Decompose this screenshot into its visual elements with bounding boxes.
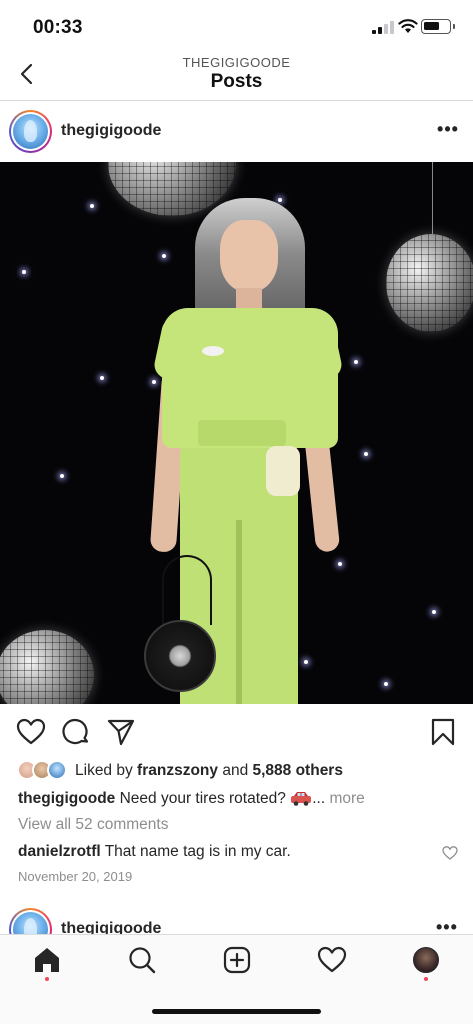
- post-header: thegigigoode •••: [0, 102, 473, 162]
- comment: danielzrotfl That name tag is in my car.: [18, 843, 291, 861]
- search-icon[interactable]: [127, 945, 157, 975]
- post-image[interactable]: [0, 162, 473, 704]
- likes-prefix: Liked by: [75, 762, 138, 779]
- paper-plane-icon[interactable]: [106, 717, 136, 747]
- cellular-signal-icon: [372, 21, 394, 34]
- likes-text: Liked by franzszony and 5,888 others: [75, 762, 343, 780]
- car-emoji-icon: [291, 792, 312, 806]
- caption-text: Need your tires rotated?: [115, 790, 291, 807]
- view-all-comments-link[interactable]: View all 52 comments: [18, 816, 168, 834]
- next-post-username[interactable]: thegigigoode: [61, 920, 161, 934]
- likes-connector: and: [218, 762, 253, 779]
- caption-ellipsis: ...: [312, 790, 330, 807]
- profile-avatar-icon[interactable]: [413, 947, 439, 973]
- nav-subtitle: THEGIGIGOODE: [182, 55, 291, 70]
- more-horizontal-icon[interactable]: •••: [436, 120, 460, 142]
- likes-count[interactable]: 5,888 others: [253, 762, 343, 779]
- next-post-header: thegigigoode •••: [0, 900, 473, 934]
- notification-dot: [424, 977, 428, 981]
- notification-dot: [45, 977, 49, 981]
- heart-icon[interactable]: [16, 717, 46, 747]
- caption-username[interactable]: thegigigoode: [18, 790, 115, 807]
- comment-text: That name tag is in my car.: [100, 843, 291, 860]
- comment-username[interactable]: danielzrotfl: [18, 843, 101, 860]
- avatar[interactable]: [9, 110, 52, 153]
- caption-more-link[interactable]: more: [329, 790, 364, 807]
- heart-icon[interactable]: [317, 945, 347, 975]
- avatar[interactable]: [9, 908, 52, 934]
- comment-bubble-icon[interactable]: [61, 717, 91, 747]
- home-indicator[interactable]: [152, 1009, 321, 1014]
- nav-header: THEGIGIGOODE Posts: [0, 52, 473, 101]
- post-date: November 20, 2019: [18, 869, 133, 884]
- heart-icon[interactable]: [442, 845, 458, 861]
- more-horizontal-icon[interactable]: •••: [436, 918, 458, 934]
- page-title: Posts: [210, 71, 263, 92]
- plus-square-icon[interactable]: [222, 945, 252, 975]
- liker-username[interactable]: franzszony: [137, 762, 218, 779]
- post-username[interactable]: thegigigoode: [61, 122, 161, 140]
- post-actions: [0, 704, 473, 758]
- liker-avatar: [47, 760, 67, 780]
- bookmark-icon[interactable]: [428, 717, 458, 747]
- battery-cap: [453, 24, 455, 29]
- likes-row[interactable]: Liked by franzszony and 5,888 others: [0, 758, 473, 784]
- status-time: 00:33: [33, 17, 83, 38]
- post-caption: thegigigoode Need your tires rotated? ..…: [18, 790, 365, 808]
- home-icon[interactable]: [32, 945, 62, 975]
- status-bar: 00:33: [0, 0, 473, 52]
- wifi-icon: [398, 19, 418, 33]
- battery-icon: [421, 19, 451, 34]
